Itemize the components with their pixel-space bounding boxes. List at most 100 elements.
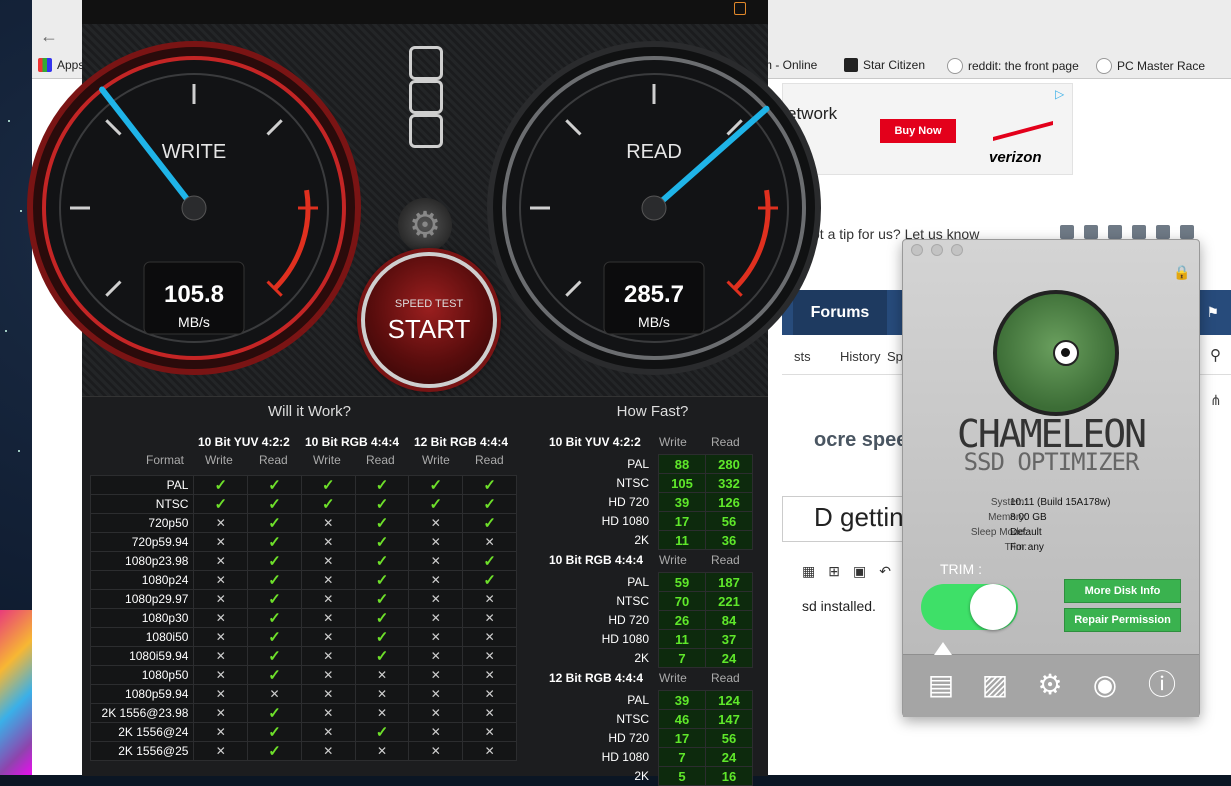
will-it-work-title: Will it Work?: [267, 403, 352, 420]
repair-permission-button[interactable]: Repair Permission: [1064, 608, 1181, 632]
support-cell: ✓: [354, 589, 410, 609]
support-cell: ✕: [408, 665, 464, 685]
support-cell: ✕: [300, 589, 356, 609]
format-cell: 1080p23.98: [89, 551, 195, 571]
subnav-history[interactable]: History: [840, 349, 880, 364]
cross-icon: ✕: [323, 554, 334, 568]
support-cell: ✕: [300, 513, 356, 533]
how-fast-row: 2K 7 24: [543, 648, 753, 668]
support-cell: ✓: [247, 475, 302, 495]
adchoices-icon[interactable]: ▷: [1055, 87, 1064, 101]
email-icon[interactable]: [1156, 225, 1170, 239]
add-icon[interactable]: ⊞: [828, 563, 840, 580]
bookmark-reddit[interactable]: reddit: the front page: [947, 58, 1079, 74]
write-speed-cell: 26: [658, 610, 706, 630]
chameleon-pupil: [1061, 348, 1070, 357]
table-icon[interactable]: ▦: [802, 563, 815, 580]
close-button[interactable]: [911, 244, 923, 256]
cross-icon: ✕: [484, 687, 495, 701]
support-cell: ✕: [193, 722, 249, 742]
format-cell: PAL: [627, 457, 649, 471]
trim-toggle[interactable]: [921, 584, 1018, 630]
will-group-header: 10 Bit RGB 4:4:4: [305, 435, 400, 449]
support-cell: ✕: [247, 684, 302, 704]
support-cell: ✓: [247, 627, 302, 647]
support-cell: ✓: [247, 608, 302, 628]
format-cell: NTSC: [89, 494, 195, 514]
more-disk-info-button[interactable]: More Disk Info: [1064, 579, 1181, 603]
verizon-ad[interactable]: etwork Buy Now verizon ▷: [782, 83, 1073, 175]
minimize-button[interactable]: [931, 244, 943, 256]
support-cell: ✕: [462, 722, 517, 742]
cross-icon: ✕: [215, 554, 226, 568]
cross-icon: ✕: [215, 687, 226, 701]
sitemap-icon[interactable]: ⋔: [1210, 392, 1222, 409]
settings-gear-icon[interactable]: ⚙: [398, 198, 452, 252]
support-cell: ✕: [462, 665, 517, 685]
support-cell: ✓: [354, 513, 410, 533]
cross-icon: ✕: [484, 630, 495, 644]
disk-utility-icon[interactable]: ▨: [979, 669, 1011, 701]
how-fast-row: HD 720 39 126: [543, 492, 753, 512]
format-cell: NTSC: [616, 476, 649, 490]
check-icon: ✓: [214, 496, 228, 513]
format-cell: HD 720: [608, 731, 649, 745]
start-speed-test-button[interactable]: SPEED TEST START: [361, 252, 497, 388]
cross-icon: ✕: [430, 592, 441, 606]
undo-icon[interactable]: ↶: [879, 563, 891, 580]
search-icon[interactable]: ⚲: [1210, 346, 1221, 364]
bookmark-pcmr[interactable]: PC Master Race: [1096, 58, 1205, 74]
lock-icon[interactable]: 🔒: [1173, 264, 1190, 281]
flag-icon[interactable]: ⚑: [1206, 304, 1219, 321]
ad-buy-now-button[interactable]: Buy Now: [880, 119, 956, 143]
support-cell: ✕: [193, 646, 249, 666]
google-plus-icon[interactable]: [1108, 225, 1122, 239]
twitter-icon[interactable]: [1084, 225, 1098, 239]
will-it-work-table: PAL ✓ ✓ ✓ ✓ ✓ ✓ NTSC ✓ ✓ ✓ ✓ ✓ ✓ 720p50 ✕ ✓ ✕ ✓ ✕ ✓ 720p59.94…: [89, 475, 517, 761]
read-column-header: Read: [711, 671, 740, 685]
link-icon[interactable]: [1180, 225, 1194, 239]
write-speed-cell: 46: [658, 709, 706, 729]
format-cell: 720p50: [89, 513, 195, 533]
title-bar[interactable]: [82, 0, 768, 24]
disk-list-icon[interactable]: ▤: [925, 669, 957, 701]
read-speed-cell: 126: [705, 492, 753, 512]
editor-toolbar: ▦ ⊞ ▣ ↶ ↷: [802, 563, 916, 580]
format-cell: 2K: [634, 651, 649, 665]
cross-icon: ✕: [430, 630, 441, 644]
settings-gear-icon[interactable]: ⚙: [1034, 669, 1066, 701]
support-cell: ✓: [462, 475, 517, 495]
results-panel: Will it Work? How Fast? 10 Bit YUV 4:2:2…: [82, 396, 768, 786]
check-icon: ✓: [375, 515, 389, 532]
how-fast-group-header: 12 Bit RGB 4:4:4: [549, 671, 644, 685]
how-fast-row: 2K 5 16: [543, 766, 753, 786]
support-cell: ✓: [247, 722, 302, 742]
check-icon: ✓: [375, 648, 389, 665]
support-cell: ✕: [462, 646, 517, 666]
facebook-icon[interactable]: [1060, 225, 1074, 239]
cross-icon: ✕: [215, 744, 226, 758]
eye-icon[interactable]: ◉: [1089, 669, 1121, 701]
support-cell: ✓: [247, 532, 302, 552]
bookmark-star-citizen[interactable]: Star Citizen: [844, 58, 925, 72]
write-column-header: Write: [422, 453, 450, 467]
cross-icon: ✕: [377, 668, 388, 682]
format-cell: NTSC: [616, 594, 649, 608]
rss-icon[interactable]: [1132, 225, 1146, 239]
support-cell: ✕: [300, 608, 356, 628]
social-links: [1060, 225, 1194, 239]
zoom-button[interactable]: [951, 244, 963, 256]
support-cell: ✕: [462, 684, 517, 704]
support-cell: ✕: [462, 589, 517, 609]
write-speed-cell: 17: [658, 728, 706, 748]
how-fast-row: PAL 88 280: [543, 454, 753, 474]
read-speed-cell: 84: [705, 610, 753, 630]
info-icon[interactable]: ⓘ: [1146, 669, 1178, 701]
support-cell: ✕: [354, 741, 410, 761]
post-body-text[interactable]: sd installed.: [802, 598, 876, 614]
save-icon[interactable]: ▣: [853, 563, 866, 580]
subnav-item[interactable]: Sp: [887, 349, 903, 364]
window-control-icon[interactable]: [734, 2, 746, 15]
how-fast-group-header: 10 Bit YUV 4:2:2: [549, 435, 641, 449]
read-column-header: Read: [259, 453, 288, 467]
